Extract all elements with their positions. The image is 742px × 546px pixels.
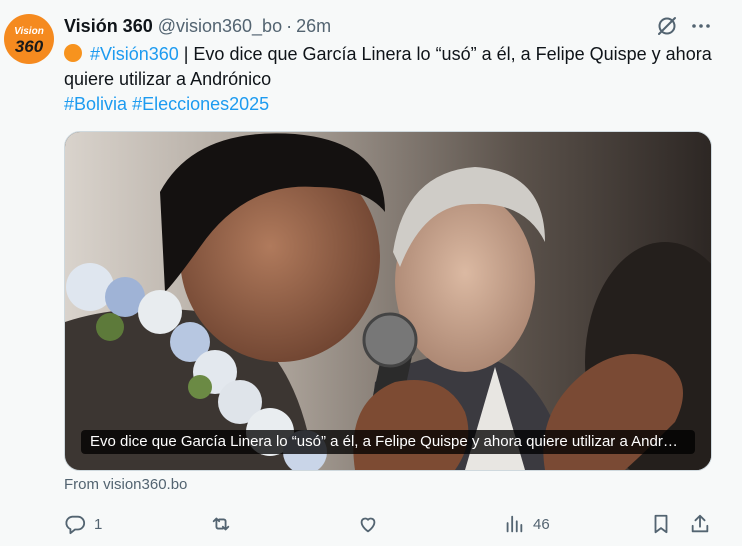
- link-source[interactable]: From vision360.bo: [64, 476, 187, 493]
- more-icon[interactable]: [689, 14, 713, 38]
- retweet-icon: [212, 517, 230, 531]
- link-card-image[interactable]: Evo dice que García Linera lo “usó” a él…: [64, 131, 712, 471]
- hashtag-bolivia[interactable]: #Bolivia: [64, 94, 127, 114]
- hashtag-vision360[interactable]: #Visión360: [90, 44, 179, 64]
- timestamp[interactable]: 26m: [296, 16, 331, 37]
- share-button[interactable]: [689, 510, 711, 538]
- avatar[interactable]: Vision 360: [4, 14, 54, 64]
- tweet-header: Visión 360 @vision360_bo · 26m: [64, 14, 331, 38]
- share-icon: [691, 514, 709, 533]
- views-count: 46: [533, 515, 550, 533]
- media-caption: Evo dice que García Linera lo “usó” a él…: [81, 430, 695, 454]
- reply-icon: [65, 515, 86, 535]
- reply-button[interactable]: 1: [64, 510, 102, 538]
- orange-circle-emoji-icon: [64, 44, 82, 62]
- reply-count: 1: [94, 515, 103, 533]
- author-handle[interactable]: @vision360_bo: [158, 16, 282, 37]
- grok-icon[interactable]: [655, 14, 679, 38]
- avatar-line-2: 360: [14, 37, 44, 56]
- like-icon: [360, 517, 376, 533]
- tweet[interactable]: Vision 360 Visión 360 @vision360_bo · 26…: [0, 0, 742, 546]
- hashtag-elecciones2025[interactable]: #Elecciones2025: [132, 94, 269, 114]
- news-photo: [65, 132, 711, 470]
- views-button[interactable]: 46: [503, 510, 550, 538]
- retweet-button[interactable]: [210, 510, 232, 538]
- views-icon: [506, 515, 523, 533]
- action-bar: 1 46: [0, 510, 742, 538]
- separator-dot: ·: [286, 15, 293, 36]
- tweet-text: #Visión360 | Evo dice que García Linera …: [64, 42, 714, 117]
- bookmark-icon: [654, 514, 668, 534]
- avatar-line-1: Vision: [14, 26, 44, 37]
- like-button[interactable]: [357, 510, 379, 538]
- author-name[interactable]: Visión 360: [64, 16, 153, 37]
- bookmark-button[interactable]: [650, 510, 672, 538]
